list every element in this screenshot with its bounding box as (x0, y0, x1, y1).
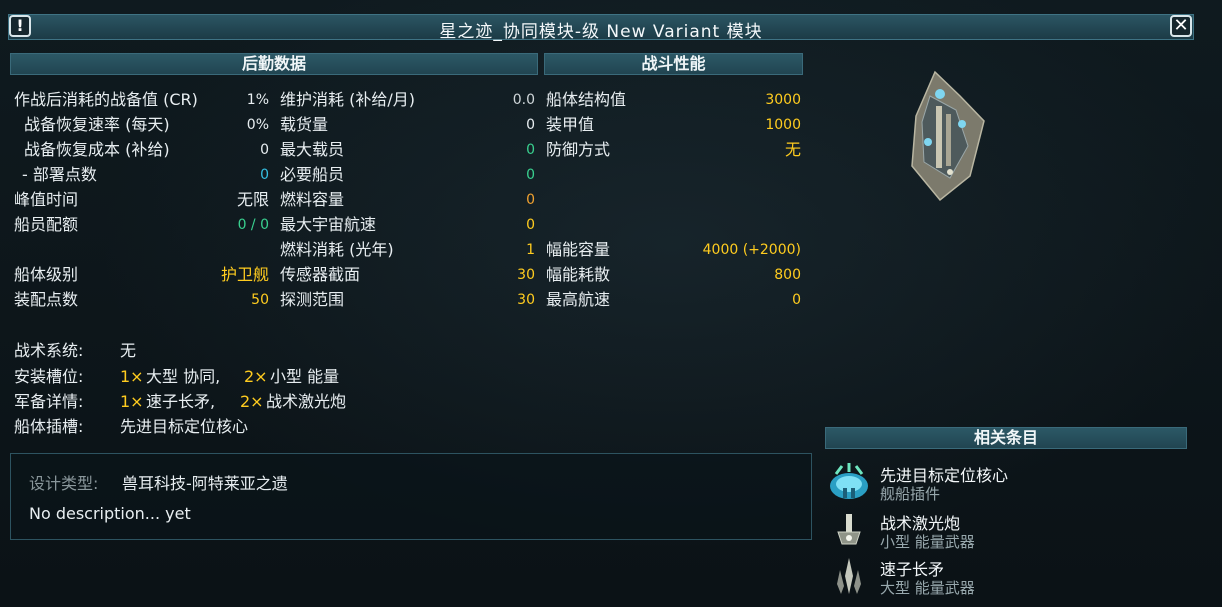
stat-value: 3000 (765, 92, 801, 108)
slots-count-large: 1× (120, 367, 144, 386)
info-icon[interactable]: ! (9, 15, 31, 37)
armament-weapon-1: 速子长矛, (146, 392, 216, 411)
stat-label: 最高航速 (546, 290, 611, 309)
stat-label: 探测范围 (280, 290, 345, 309)
stat-label: - 部署点数 (22, 165, 97, 184)
stat-value: 0 (792, 292, 801, 308)
stat-value: 4000 (+2000) (702, 242, 801, 258)
stat-value: 无限 (236, 190, 269, 209)
stat-value: 30 (517, 267, 535, 283)
targeting-core-icon (830, 463, 868, 499)
stat-label: 战备恢复速率 (每天) (24, 115, 170, 134)
stat-label: 作战后消耗的战备值 (CR) (14, 90, 198, 109)
slots-type-large: 大型 协同, (146, 367, 221, 386)
stat-value: 0 (526, 142, 535, 158)
stat-value: 0 (526, 217, 535, 233)
armament-count-1: 1× (120, 392, 144, 411)
stat-value: 30 (517, 292, 535, 308)
slots-count-small: 2× (244, 367, 268, 386)
stat-label: 防御方式 (546, 140, 611, 159)
stat-label: 船体级别 (14, 265, 79, 284)
armament-weapon-2: 战术激光炮 (266, 392, 347, 411)
title-bar: 星之迹_协同模块-级 New Variant 模块 (8, 14, 1194, 42)
stat-value: 50 (251, 292, 269, 308)
related-item-subtitle: 大型 能量武器 (880, 579, 975, 597)
design-type-value: 兽耳科技-阿特莱亚之遗 (122, 474, 288, 493)
tactical-system-value: 无 (120, 341, 137, 360)
tachyon-lance-icon (837, 558, 861, 594)
stat-label: 传感器截面 (280, 265, 361, 284)
close-icon[interactable]: ✕ (1170, 15, 1192, 37)
stat-value: 1000 (765, 117, 801, 133)
stat-label: 燃料容量 (280, 190, 345, 209)
stat-value: 0 (260, 142, 269, 158)
stat-label: 载货量 (280, 115, 329, 134)
hullmod-label: 船体插槽: (14, 417, 84, 436)
tactical-laser-icon (837, 514, 861, 545)
stat-label: 装配点数 (14, 290, 79, 309)
stat-value: 无 (784, 140, 801, 159)
stat-label: 幅能容量 (546, 240, 611, 259)
armament-label: 军备详情: (14, 392, 84, 411)
stat-value: 0% (246, 117, 269, 133)
ship-sprite (911, 70, 985, 202)
stat-label: 必要船员 (280, 165, 345, 184)
stat-value: 0 / 0 (237, 217, 269, 233)
stat-label: 战备恢复成本 (补给) (24, 140, 170, 159)
related-item-tactical-laser[interactable]: 战术激光炮 小型 能量武器 (828, 510, 1188, 554)
stat-label: 峰值时间 (14, 190, 79, 209)
related-header: 相关条目 (825, 427, 1187, 449)
stat-label: 船体结构值 (546, 90, 627, 109)
stat-value: 0 (526, 192, 535, 208)
tactical-system-label: 战术系统: (14, 341, 84, 360)
stat-label: 幅能耗散 (546, 265, 611, 284)
stat-label: 最大宇宙航速 (280, 215, 377, 234)
window-title: 星之迹_协同模块-级 New Variant 模块 (439, 22, 763, 42)
stat-value: 0 (526, 167, 535, 183)
armament-count-2: 2× (240, 392, 264, 411)
stat-label: 最大载员 (280, 140, 345, 159)
related-item-subtitle: 舰船插件 (880, 485, 941, 503)
ship-info-window: 星之迹_协同模块-级 New Variant 模块 ! ✕ 后勤数据 战斗性能 … (0, 0, 1222, 607)
slots-type-small: 小型 能量 (270, 367, 340, 386)
stat-value: 护卫舰 (220, 265, 269, 284)
description-box: 设计类型: 兽耳科技-阿特莱亚之遗 No description... yet (10, 453, 812, 540)
stat-label: 维护消耗 (补给/月) (280, 90, 415, 109)
stat-label: 燃料消耗 (光年) (280, 240, 394, 259)
slots-label: 安装槽位: (14, 367, 84, 386)
logistics-header: 后勤数据 (10, 53, 538, 75)
stat-value: 800 (774, 267, 801, 283)
related-item-tachyon-lance[interactable]: 速子长矛 大型 能量武器 (828, 556, 1188, 600)
design-type-label: 设计类型: (29, 474, 99, 493)
related-item-targeting-core[interactable]: 先进目标定位核心 舰船插件 (828, 462, 1188, 506)
stat-value: 0 (260, 167, 269, 183)
stat-value: 0.0 (512, 92, 535, 108)
combat-header: 战斗性能 (544, 53, 803, 75)
description-text: No description... yet (29, 504, 191, 523)
stat-label: 装甲值 (546, 115, 595, 134)
stat-value: 1% (246, 92, 269, 108)
stat-label: 船员配额 (14, 215, 79, 234)
stat-value: 0 (526, 117, 535, 133)
related-item-subtitle: 小型 能量武器 (880, 533, 975, 551)
stat-value: 1 (526, 242, 535, 258)
hullmod-value: 先进目标定位核心 (120, 417, 249, 436)
